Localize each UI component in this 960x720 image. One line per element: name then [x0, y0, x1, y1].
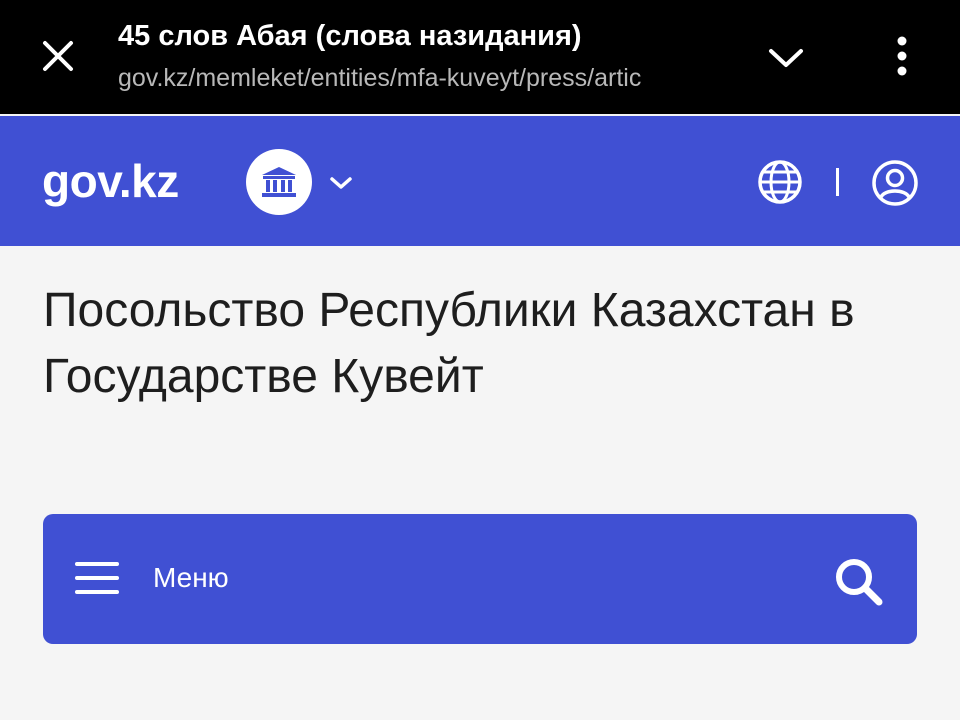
organization-title: Посольство Республики Казахстан в Госуда… [43, 284, 855, 403]
page-url[interactable]: gov.kz/memleket/entities/mfa-kuveyt/pres… [118, 64, 730, 93]
search-icon [836, 559, 883, 606]
close-button[interactable] [36, 34, 80, 78]
menu-bar[interactable]: Меню [43, 514, 917, 644]
entity-selector-button[interactable] [246, 149, 312, 215]
entity-dropdown-toggle[interactable] [326, 168, 356, 198]
search-button[interactable] [831, 554, 887, 610]
government-building-icon [262, 167, 296, 197]
user-circle-icon [872, 160, 918, 206]
site-logo[interactable]: gov.kz [42, 158, 179, 204]
menu-label[interactable]: Меню [153, 562, 229, 594]
globe-icon [758, 160, 802, 204]
header-divider [836, 168, 839, 196]
chevron-down-icon [769, 49, 803, 67]
close-icon [43, 41, 73, 71]
profile-button[interactable] [870, 158, 920, 208]
language-button[interactable] [756, 158, 804, 206]
hamburger-icon [75, 562, 119, 594]
collapse-button[interactable] [764, 36, 808, 80]
site-header: gov.kz [0, 116, 960, 246]
menu-toggle-button[interactable] [75, 558, 119, 598]
browser-top-bar: 45 слов Абая (слова назидания) gov.kz/me… [0, 0, 960, 114]
chevron-down-icon [330, 177, 352, 189]
more-vertical-icon [897, 36, 907, 76]
page-title: 45 слов Абая (слова назидания) [118, 20, 582, 52]
more-options-button[interactable] [882, 34, 922, 78]
